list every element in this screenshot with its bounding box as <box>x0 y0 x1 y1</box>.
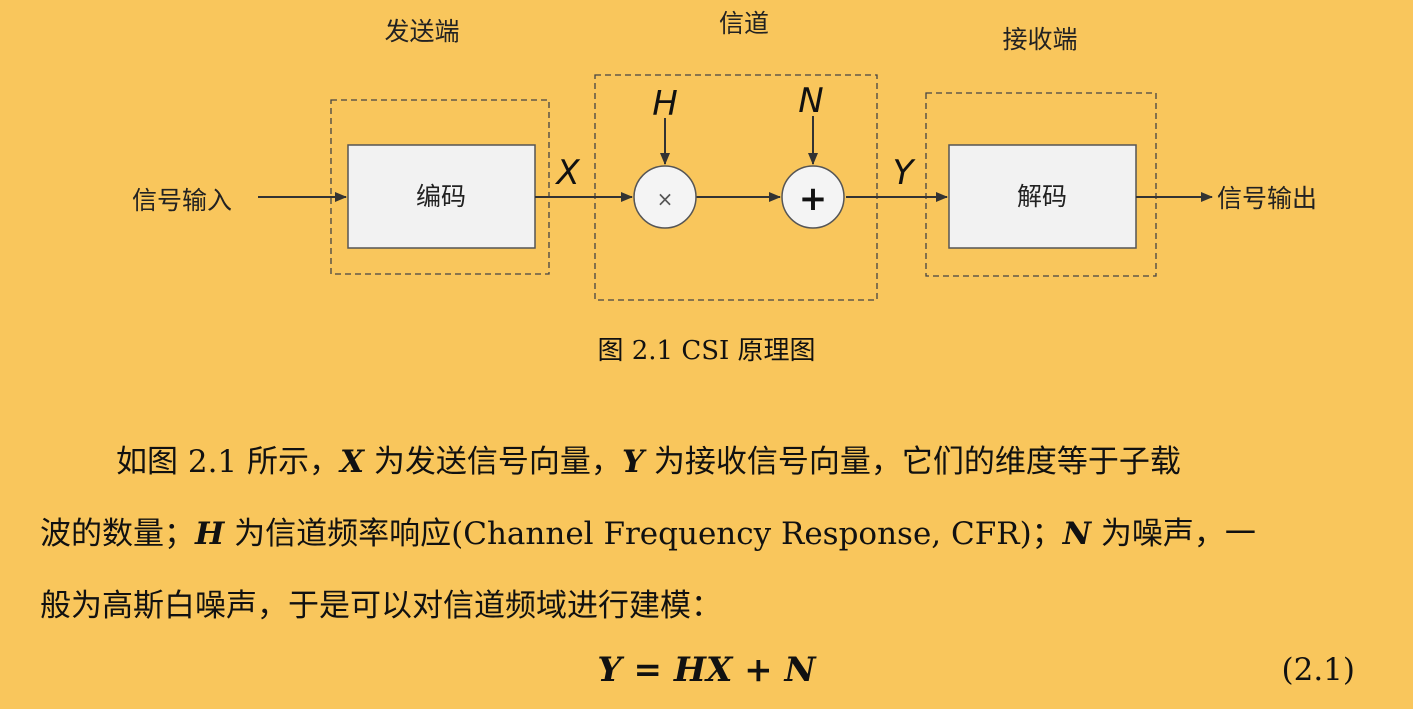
csi-diagram: 发送端 信道 接收端 编码 解码 信号输入 信号输出 × + X Y H N <box>132 9 1317 301</box>
text-segment: 为信道频率响应(Channel Frequency Response, CFR)… <box>224 516 1063 552</box>
multiply-symbol: × <box>657 187 674 211</box>
var-h: H <box>195 516 225 552</box>
encode-label: 编码 <box>416 182 466 211</box>
receiver-label: 接收端 <box>1002 25 1077 54</box>
symbol-y: Y <box>893 153 916 193</box>
symbol-h: H <box>652 84 678 124</box>
channel-label: 信道 <box>719 9 769 38</box>
sender-label: 发送端 <box>384 17 459 46</box>
text-segment: 如图 2.1 所示， <box>116 444 341 480</box>
text-segment: 般为高斯白噪声，于是可以对信道频域进行建模： <box>40 588 722 624</box>
text-segment: 为接收信号向量，它们的维度等于子载 <box>644 444 1181 480</box>
var-x: X <box>340 444 365 480</box>
var-y: Y <box>621 444 645 480</box>
paragraph-line-3: 般为高斯白噪声，于是可以对信道频域进行建模： <box>40 570 1360 642</box>
decode-label: 解码 <box>1017 182 1067 211</box>
symbol-n: N <box>798 81 823 121</box>
text-segment: 为噪声，一 <box>1091 516 1256 552</box>
equation-number: (2.1) <box>1281 652 1356 688</box>
paragraph-line-1: 如图 2.1 所示，X 为发送信号向量，Y 为接收信号向量，它们的维度等于子载 <box>40 426 1360 498</box>
output-label: 信号输出 <box>1217 184 1317 213</box>
text-segment: 波的数量； <box>40 516 195 552</box>
paragraph: 如图 2.1 所示，X 为发送信号向量，Y 为接收信号向量，它们的维度等于子载 … <box>40 426 1360 642</box>
var-n: N <box>1062 516 1092 552</box>
input-label: 信号输入 <box>132 186 232 215</box>
add-symbol: + <box>799 179 828 219</box>
paragraph-line-2: 波的数量；H 为信道频率响应(Channel Frequency Respons… <box>40 498 1360 570</box>
equation: Y = HX + N <box>597 650 816 690</box>
figure-caption: 图 2.1 CSI 原理图 <box>597 336 816 366</box>
text-segment: 为发送信号向量， <box>364 444 622 480</box>
symbol-x: X <box>554 153 580 193</box>
